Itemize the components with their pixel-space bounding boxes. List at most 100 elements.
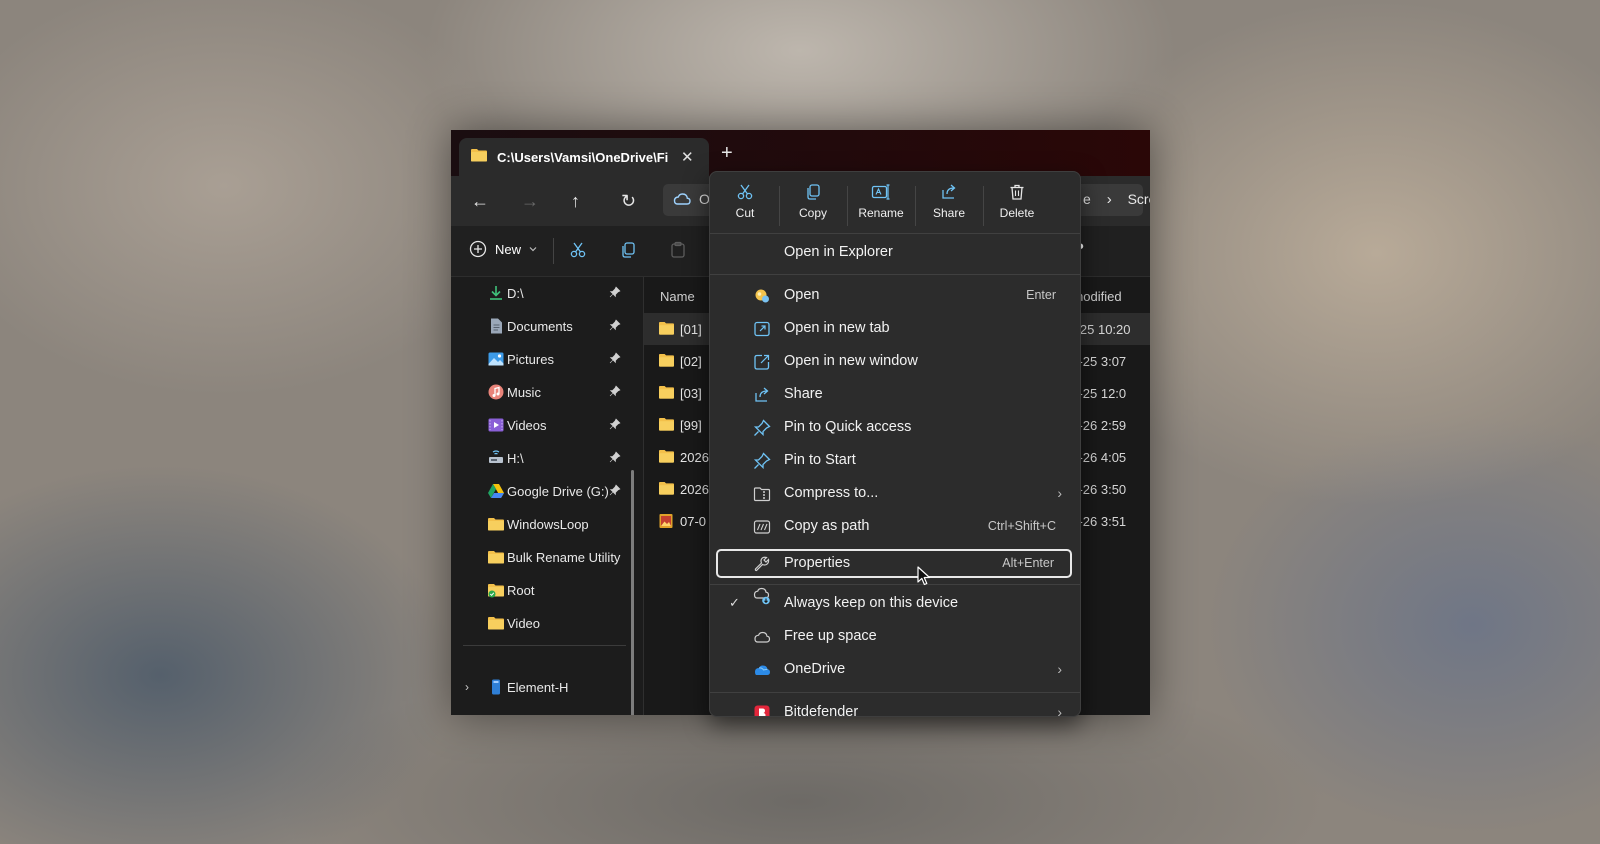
address-segment[interactable]: e: [1083, 191, 1091, 207]
menu-item-properties[interactable]: Properties Alt+Enter: [716, 549, 1072, 578]
chevron-right-icon[interactable]: ›: [465, 680, 469, 694]
menu-item-bitdefender[interactable]: Bitdefender ›: [710, 696, 1080, 717]
sidebar-item-video[interactable]: Video: [451, 608, 641, 638]
pin-icon: [609, 286, 621, 298]
folder-icon: [659, 417, 674, 431]
menu-item-compress-to[interactable]: Compress to... ›: [710, 477, 1080, 510]
divider: [847, 186, 848, 226]
tab-title: C:\Users\Vamsi\OneDrive\File: [497, 149, 669, 165]
sidebar-scrollbar[interactable]: [631, 470, 634, 715]
sidebar-divider: [463, 645, 626, 646]
back-arrow-icon[interactable]: ←: [471, 191, 489, 212]
folder-icon: [659, 385, 674, 399]
menu-item-open-in-new-tab[interactable]: Open in new tab: [710, 312, 1080, 345]
paste-icon[interactable]: [669, 241, 687, 264]
folder-icon: [488, 617, 504, 630]
open-icon: [755, 289, 769, 303]
sidebar-item-label: Bulk Rename Utility: [507, 550, 621, 565]
address-segment-screenshots[interactable]: Scre: [1128, 191, 1150, 207]
zip-folder-icon: [753, 487, 771, 502]
forward-arrow-icon[interactable]: →: [521, 191, 539, 212]
share-icon: [942, 184, 956, 199]
copy-button[interactable]: Copy: [781, 180, 845, 228]
folder-synced-icon: [488, 584, 504, 598]
file-name: 2026: [680, 450, 709, 465]
menu-item-open-in-new-window[interactable]: Open in new window: [710, 345, 1080, 378]
pin-icon: [609, 385, 621, 397]
sidebar-item-d-drive[interactable]: D:\: [451, 278, 641, 308]
wrench-icon: [754, 556, 770, 572]
up-arrow-icon[interactable]: ↑: [571, 191, 580, 212]
menu-item-label: Properties: [784, 555, 851, 571]
menu-item-open-in-explorer[interactable]: Open in Explorer: [710, 236, 1080, 269]
menu-divider: [710, 584, 1080, 585]
new-tab-button[interactable]: +: [721, 142, 733, 165]
new-button-label: New: [495, 241, 522, 257]
pin-icon: [609, 352, 621, 364]
sidebar-item-pictures[interactable]: Pictures: [451, 344, 641, 374]
menu-item-copy-as-path[interactable]: Copy as path Ctrl+Shift+C: [710, 510, 1080, 543]
share-icon: [755, 387, 769, 402]
download-drive-icon: [490, 286, 502, 300]
onedrive-icon: [755, 665, 770, 675]
sidebar-item-label: Element-H: [507, 680, 569, 695]
menu-item-onedrive[interactable]: OneDrive ›: [710, 653, 1080, 686]
menu-item-open[interactable]: Open Enter: [710, 279, 1080, 312]
menu-item-shortcut: Enter: [1026, 288, 1056, 302]
menu-item-label: Open in Explorer: [784, 244, 893, 260]
delete-label: Delete: [999, 206, 1035, 220]
file-name: [02]: [680, 354, 702, 369]
copy-icon[interactable]: [619, 241, 637, 264]
sidebar-item-bulk-rename-utility[interactable]: Bulk Rename Utility: [451, 542, 641, 572]
cut-label: Cut: [735, 206, 755, 220]
menu-item-share[interactable]: Share: [710, 378, 1080, 411]
sidebar-item-google-drive[interactable]: Google Drive (G:): [451, 476, 641, 506]
bitdefender-icon: [754, 705, 770, 716]
refresh-icon[interactable]: ↻: [621, 191, 636, 212]
share-label: Share: [932, 206, 966, 220]
sidebar-item-documents[interactable]: Documents: [451, 311, 641, 341]
cloud-icon: [754, 631, 771, 643]
menu-item-label: Free up space: [784, 628, 877, 644]
folder-icon: [659, 449, 674, 463]
sidebar-item-music[interactable]: Music: [451, 377, 641, 407]
sidebar-item-videos[interactable]: Videos: [451, 410, 641, 440]
rename-label: Rename: [858, 206, 904, 220]
pin-icon: [609, 319, 621, 331]
rename-button[interactable]: Rename: [849, 180, 913, 228]
share-button[interactable]: Share: [917, 180, 981, 228]
menu-item-label: Copy as path: [784, 518, 870, 534]
image-file-icon: [659, 514, 673, 528]
sidebar-item-element-h[interactable]: › Element-H: [451, 672, 641, 702]
menu-item-label: Compress to...: [784, 485, 879, 501]
cut-icon[interactable]: [569, 241, 587, 264]
address-chevron-icon: ›: [1106, 191, 1112, 208]
menu-divider: [710, 692, 1080, 693]
new-button[interactable]: New: [469, 240, 539, 258]
sidebar-item-label: WindowsLoop: [507, 517, 589, 532]
explorer-tab[interactable]: C:\Users\Vamsi\OneDrive\File ✕: [459, 138, 709, 176]
cut-button[interactable]: Cut: [713, 180, 777, 228]
sidebar-item-h-drive[interactable]: H:\: [451, 443, 641, 473]
menu-item-always-keep-on-this-device[interactable]: ✓ Always keep on this device: [710, 587, 1080, 620]
sidebar-item-label: Google Drive (G:): [507, 484, 609, 499]
chevron-right-icon: ›: [1057, 704, 1062, 717]
pin-icon: [609, 484, 621, 496]
file-name: 2026: [680, 482, 709, 497]
plus-circle-icon: [469, 240, 487, 258]
pin-icon: [753, 452, 771, 470]
tab-close-icon[interactable]: ✕: [681, 148, 694, 166]
copy-path-icon: [753, 520, 771, 534]
delete-button[interactable]: Delete: [985, 180, 1049, 228]
menu-item-pin-to-start[interactable]: Pin to Start: [710, 444, 1080, 477]
menu-item-free-up-space[interactable]: Free up space: [710, 620, 1080, 653]
column-header-name[interactable]: Name: [660, 289, 695, 304]
menu-item-label: OneDrive: [784, 661, 846, 677]
sidebar-item-windowsloop[interactable]: WindowsLoop: [451, 509, 641, 539]
navigation-pane: D:\ Documents Pictures Music Videos H:\: [451, 277, 641, 715]
sidebar-item-label: D:\: [507, 286, 524, 301]
menu-item-pin-to-quick-access[interactable]: Pin to Quick access: [710, 411, 1080, 444]
chevron-right-icon: ›: [1057, 661, 1062, 677]
sidebar-item-root[interactable]: Root: [451, 575, 641, 605]
sidebar-item-label: Root: [507, 583, 535, 598]
